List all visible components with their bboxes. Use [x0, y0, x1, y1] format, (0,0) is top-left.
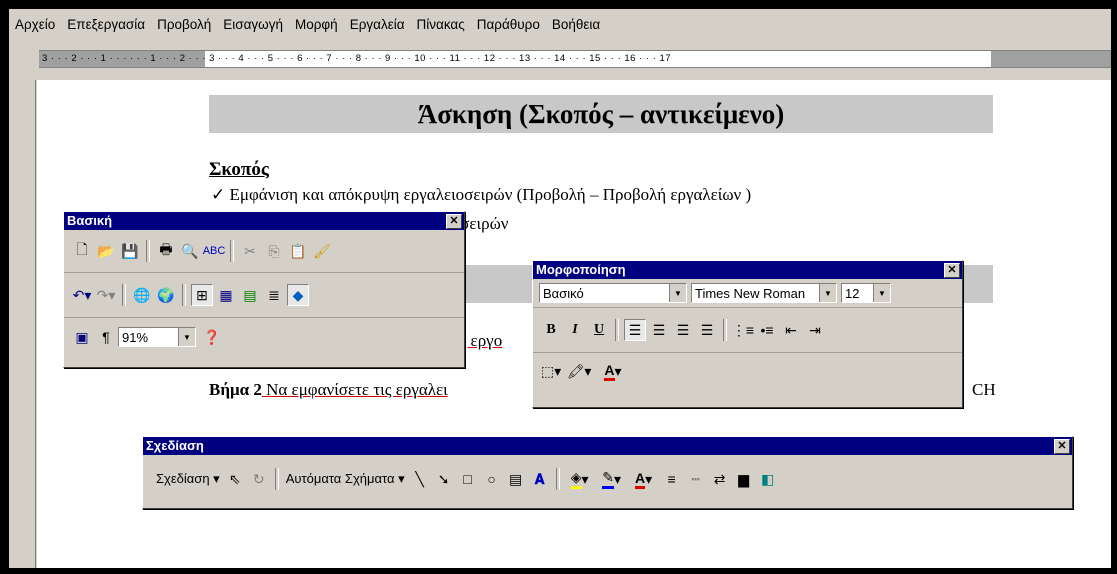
align-right-icon[interactable]: ☰: [672, 319, 694, 341]
borders-icon[interactable]: ⬚▾: [540, 360, 562, 382]
step2-end: CH: [972, 380, 996, 399]
help-icon[interactable]: ❓: [201, 326, 223, 348]
font-size-combo[interactable]: 12 ▼: [841, 283, 891, 303]
paste-icon[interactable]: 📋: [287, 240, 309, 262]
menu-format[interactable]: Μορφή: [289, 17, 344, 32]
chevron-down-icon[interactable]: ▼: [873, 284, 890, 302]
document-map-icon[interactable]: ▣: [71, 326, 93, 348]
spelling-icon[interactable]: ABC: [203, 240, 226, 262]
italic-button[interactable]: I: [564, 319, 586, 341]
print-icon[interactable]: 🖶: [155, 240, 177, 262]
style-combo[interactable]: Βασικό ▼: [539, 283, 687, 303]
3d-icon[interactable]: ◧: [757, 468, 779, 490]
scope-label: Σκοπός: [209, 159, 269, 180]
decrease-indent-icon[interactable]: ⇤: [780, 319, 802, 341]
underline-button[interactable]: U: [588, 319, 610, 341]
menu-window[interactable]: Παράθυρο: [471, 17, 546, 32]
web-toolbar-icon[interactable]: 🌍: [155, 284, 177, 306]
ruler-marks: 3 · · · 2 · · · 1 · · · · · · 1 · · · 2 …: [42, 53, 672, 64]
menu-help[interactable]: Βοήθεια: [546, 17, 606, 32]
open-folder-icon[interactable]: 📂: [95, 240, 117, 262]
align-center-icon[interactable]: ☰: [648, 319, 670, 341]
horizontal-ruler[interactable]: 3 · · · 2 · · · 1 · · · · · · 1 · · · 2 …: [39, 50, 1111, 68]
chevron-down-icon[interactable]: ▼: [819, 284, 836, 302]
arrow-icon[interactable]: ➘: [433, 468, 455, 490]
format-painter-icon[interactable]: 🖌: [311, 240, 333, 262]
standard-toolbar[interactable]: Βασική ✕ 🗋 📂 💾 🖶 🔍 ABC ✂ ⎘ 📋 🖌 ↶▾ ↷▾ 🌐 🌍 …: [63, 211, 465, 368]
insert-hyperlink-icon[interactable]: 🌐: [131, 284, 153, 306]
increase-indent-icon[interactable]: ⇥: [804, 319, 826, 341]
save-icon[interactable]: 💾: [119, 240, 141, 262]
menu-insert[interactable]: Εισαγωγή: [217, 17, 289, 32]
step2-body: Να εμφανίσετε τις εργαλει: [261, 380, 448, 399]
zoom-combo[interactable]: 91% ▼: [118, 327, 196, 347]
drawing-toolbar-title[interactable]: Σχεδίαση ✕: [143, 437, 1072, 455]
justify-icon[interactable]: ☰: [696, 319, 718, 341]
standard-toolbar-title[interactable]: Βασική ✕: [64, 212, 464, 230]
chevron-down-icon[interactable]: ▼: [669, 284, 686, 302]
line-color-icon[interactable]: ✎ ▾: [597, 468, 627, 490]
menu-table[interactable]: Πίνακας: [411, 17, 471, 32]
drawing-toolbar[interactable]: Σχεδίαση ✕ Σχεδίαση ▾ ⇖ ↻ Αυτόματα Σχήματ…: [142, 436, 1073, 509]
draw-menu-button[interactable]: Σχεδίαση ▾: [156, 471, 220, 487]
cut-icon[interactable]: ✂: [239, 240, 261, 262]
insert-excel-icon[interactable]: ▤: [239, 284, 261, 306]
close-icon[interactable]: ✕: [1054, 439, 1070, 454]
dash-style-icon[interactable]: ┅: [685, 468, 707, 490]
drawing-icon[interactable]: ◆: [287, 284, 309, 306]
shadow-icon[interactable]: ▆: [733, 468, 755, 490]
rectangle-icon[interactable]: □: [457, 468, 479, 490]
close-icon[interactable]: ✕: [446, 214, 462, 229]
formatting-toolbar-title[interactable]: Μορφοποίηση ✕: [533, 261, 962, 279]
arrow-style-icon[interactable]: ⇄: [709, 468, 731, 490]
fill-color-icon[interactable]: ◈ ▾: [565, 468, 595, 490]
text-box-icon[interactable]: ▤: [505, 468, 527, 490]
bullet-text-1: ✓ Εμφάνιση και απόκρυψη εργαλειοσειρών (…: [211, 185, 752, 204]
font-color-icon[interactable]: A ▾: [629, 468, 659, 490]
undo-icon[interactable]: ↶▾: [71, 284, 93, 306]
wordart-icon[interactable]: 𝐀: [529, 468, 551, 490]
autoshapes-button[interactable]: Αυτόματα Σχήματα ▾: [286, 471, 405, 487]
oval-icon[interactable]: ○: [481, 468, 503, 490]
document-heading: Άσκηση (Σκοπός – αντικείμενο): [209, 95, 993, 133]
menu-file[interactable]: Αρχείο: [9, 17, 61, 32]
highlight-icon[interactable]: 🖍▾: [564, 360, 594, 382]
menu-tools[interactable]: Εργαλεία: [344, 17, 411, 32]
free-rotate-icon[interactable]: ↻: [248, 468, 270, 490]
menu-view[interactable]: Προβολή: [151, 17, 217, 32]
select-objects-icon[interactable]: ⇖: [224, 468, 246, 490]
copy-icon[interactable]: ⎘: [263, 240, 285, 262]
bullets-icon[interactable]: •≡: [756, 319, 778, 341]
redo-icon[interactable]: ↷▾: [95, 284, 117, 306]
chevron-down-icon[interactable]: ▼: [178, 328, 195, 346]
numbering-icon[interactable]: ⋮≡: [732, 319, 754, 341]
close-icon[interactable]: ✕: [944, 263, 960, 278]
vertical-ruler: [9, 80, 37, 568]
formatting-toolbar[interactable]: Μορφοποίηση ✕ Βασικό ▼ Times New Roman ▼ 12…: [532, 260, 963, 408]
align-left-icon[interactable]: ☰: [624, 319, 646, 341]
step2-text: Βήμα 2 Να εμφανίσετε τις εργαλει: [209, 380, 448, 400]
insert-table-icon[interactable]: ▦: [215, 284, 237, 306]
tables-borders-icon[interactable]: ⊞: [191, 284, 213, 306]
line-style-icon[interactable]: ≡: [661, 468, 683, 490]
line-icon[interactable]: ╲: [409, 468, 431, 490]
new-document-icon[interactable]: 🗋: [71, 240, 93, 262]
menu-edit[interactable]: Επεξεργασία: [61, 17, 151, 32]
ruler-area: 3 · · · 2 · · · 1 · · · · · · 1 · · · 2 …: [9, 39, 1111, 80]
word-window: Αρχείο Επεξεργασία Προβολή Εισαγωγή Μορφ…: [0, 0, 1117, 574]
step2-label: Βήμα 2: [209, 380, 262, 399]
columns-icon[interactable]: ≣: [263, 284, 285, 306]
show-hide-icon[interactable]: ¶: [95, 326, 117, 348]
font-color-icon[interactable]: A ▾: [596, 360, 630, 382]
font-combo[interactable]: Times New Roman ▼: [691, 283, 837, 303]
bold-button[interactable]: B: [540, 319, 562, 341]
menu-bar: Αρχείο Επεξεργασία Προβολή Εισαγωγή Μορφ…: [9, 9, 1111, 39]
print-preview-icon[interactable]: 🔍: [179, 240, 201, 262]
